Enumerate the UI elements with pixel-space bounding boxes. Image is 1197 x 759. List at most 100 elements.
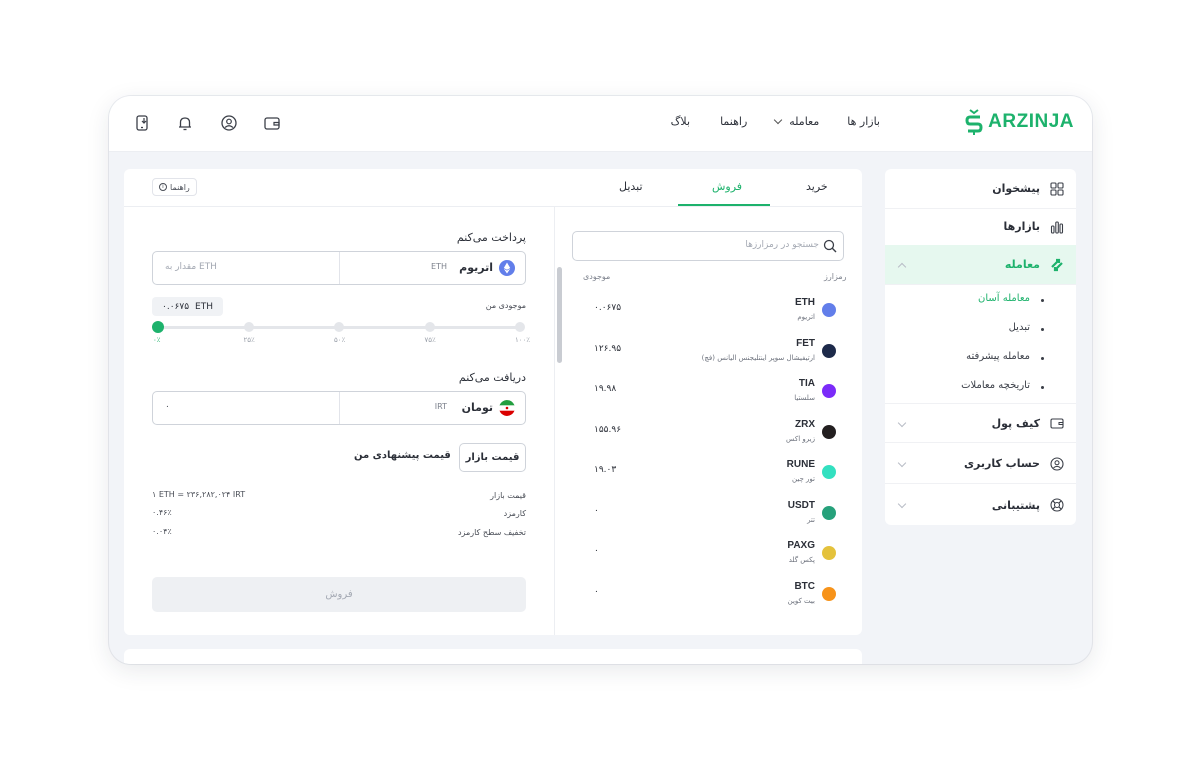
coin-row[interactable]: FET ارتیفیشال سوپر اینتلیجنس الیانس (فچ) ۱… — [572, 338, 844, 378]
coin-name: بیت کوین — [787, 596, 815, 605]
slider-tick-label: ۰٪ — [153, 336, 161, 344]
ethereum-icon — [499, 260, 515, 276]
app-window: ARZINJA بازار ها معامله راهنما بلاگ پیشخ… — [109, 96, 1092, 664]
sidebar-sub-advanced-trade[interactable]: معامله پیشرفته — [966, 351, 1044, 362]
balance-chip[interactable]: ۰.۰۶۷۵ ETH — [152, 297, 223, 316]
info-fee-label: کارمزد — [503, 509, 526, 518]
sidebar-item-account[interactable]: حساب کاربری — [885, 444, 1076, 484]
sidebar-item-label: حساب کاربری — [963, 457, 1040, 470]
slider-step[interactable] — [515, 322, 525, 332]
wallet-icon[interactable] — [263, 114, 281, 132]
receive-field: تومان IRT ۰ — [152, 391, 526, 425]
coin-search-input[interactable]: جستجو در رمزارزها — [572, 231, 844, 261]
sidebar-sub-easy-trade[interactable]: معامله آسان — [978, 293, 1044, 304]
slider-tick-label: ۱۰۰٪ — [515, 336, 531, 344]
info-icon: i — [159, 183, 167, 191]
search-placeholder: جستجو در رمزارزها — [745, 240, 819, 250]
receive-coin-code: IRT — [434, 402, 447, 411]
slider-step[interactable] — [243, 322, 254, 332]
sidebar-sub-trade-history[interactable]: تاریخچه معاملات — [961, 380, 1044, 391]
coin-name: تتر — [807, 515, 815, 524]
sell-submit-button[interactable]: فروش — [152, 577, 526, 612]
help-button[interactable]: i راهنما — [152, 178, 197, 196]
bell-icon[interactable] — [176, 114, 194, 132]
top-bar: ARZINJA بازار ها معامله راهنما بلاگ — [109, 96, 1092, 152]
pay-amount-input[interactable]: مقدار به ETH — [165, 262, 217, 272]
sidebar-item-wallet[interactable]: کیف پول — [885, 403, 1076, 443]
exchange-arrows-icon — [1051, 258, 1063, 271]
slider-step[interactable] — [424, 322, 435, 332]
sidebar-item-dashboard[interactable]: پیشخوان — [885, 169, 1076, 209]
slider-step[interactable] — [152, 321, 164, 333]
balance-value: ۰.۰۶۷۵ — [162, 301, 190, 312]
column-header-coin: رمزارز — [824, 272, 847, 281]
nav-trade[interactable]: معامله — [774, 115, 820, 128]
offer-price-option[interactable]: قیمت پیشنهادی من — [354, 450, 451, 461]
coin-symbol: BTC — [794, 580, 815, 592]
zrx-coin-icon — [822, 424, 836, 439]
active-tab-indicator — [678, 204, 770, 206]
info-market-price-label: قیمت بازار — [490, 491, 526, 500]
coin-symbol: USDT — [787, 499, 815, 511]
info-fee-discount-label: تخفیف سطح کارمزد — [457, 528, 526, 537]
tab-sell[interactable]: فروش — [712, 180, 742, 193]
fet-coin-icon — [822, 343, 836, 358]
coin-name: زیرو اکس — [786, 434, 815, 443]
user-circle-icon — [1050, 456, 1064, 471]
panel-divider — [554, 207, 555, 635]
eth-coin-icon — [822, 303, 836, 317]
lifebuoy-icon — [1050, 498, 1064, 512]
coin-name: پکس گلد — [788, 556, 815, 564]
slider-tick-label: ۵۰٪ — [334, 336, 346, 344]
info-fee-value: ۰.۴۶٪ — [152, 508, 172, 517]
sidebar-item-label: پیشخوان — [992, 182, 1040, 195]
coin-symbol: ETH — [795, 297, 815, 308]
receive-amount-input[interactable]: ۰ — [165, 402, 170, 412]
market-price-button[interactable]: قیمت بازار — [459, 443, 526, 472]
sidebar-item-support[interactable]: پشتیبانی — [885, 485, 1076, 525]
coin-row[interactable]: USDT تتر ۰ — [572, 500, 844, 540]
sidebar-sub-convert[interactable]: تبدیل — [1009, 322, 1045, 333]
coin-symbol: TIA — [798, 378, 815, 389]
coin-balance: ۰.۰۶۷۵ — [594, 303, 622, 313]
coin-symbol: ZRX — [795, 418, 815, 430]
coin-balance: ۰ — [594, 586, 599, 597]
sidebar-item-markets[interactable]: بازارها — [885, 207, 1076, 247]
coin-row[interactable]: ZRX زیرو اکس ۱۵۵.۹۶ — [572, 419, 844, 459]
nav-blog[interactable]: بلاگ — [671, 115, 690, 128]
sidebar-item-label: بازارها — [1003, 220, 1040, 233]
slider-step[interactable] — [334, 322, 344, 332]
coin-row[interactable]: BTC بیت کوین ۰ — [572, 581, 844, 621]
info-market-price-value: ۱ ETH = ۲۳۶,۲۸۲,۰۲۴ IRT — [152, 490, 246, 499]
tab-buy[interactable]: خرید — [806, 180, 828, 193]
coin-row[interactable]: TIA سلستیا ۱۹.۹۸ — [572, 378, 844, 418]
brand-logo[interactable]: ARZINJA — [964, 108, 1074, 136]
scrollbar[interactable] — [557, 267, 562, 363]
coin-row[interactable]: RUNE تور چین ۱۹.۰۳ — [572, 459, 844, 499]
sidebar: پیشخوان بازارها معامله معامله آسان تبدیل… — [885, 169, 1076, 525]
coin-balance: ۰ — [594, 505, 599, 516]
slider-tick-label: ۲۵٪ — [243, 336, 255, 344]
slider-tick-label: ۷۵٪ — [424, 336, 436, 344]
sidebar-item-trade[interactable]: معامله — [885, 245, 1076, 285]
chevron-down-icon — [897, 418, 907, 428]
coin-balance: ۱۵۵.۹۶ — [594, 424, 622, 435]
mobile-download-icon[interactable] — [133, 114, 151, 132]
search-icon — [823, 239, 837, 253]
coin-name: اتریوم — [797, 313, 815, 321]
coin-name: تور چین — [792, 475, 815, 483]
arzinja-logo-icon — [965, 109, 983, 135]
nav-markets[interactable]: بازار ها — [847, 115, 880, 128]
field-separator — [339, 392, 340, 424]
nav-trade-label: معامله — [789, 115, 820, 128]
nav-guide[interactable]: راهنما — [720, 115, 747, 128]
coin-row[interactable]: PAXG پکس گلد ۰ — [572, 540, 844, 580]
coin-row[interactable]: ETH اتریوم ۰.۰۶۷۵ — [572, 297, 844, 337]
receive-coin-name: تومان — [461, 401, 493, 414]
coin-name: ارتیفیشال سوپر اینتلیجنس الیانس (فچ) — [701, 353, 815, 362]
info-fee-discount-value: ۰.۰۴٪ — [152, 527, 172, 536]
user-circle-icon[interactable] — [220, 114, 238, 132]
coin-name: سلستیا — [794, 394, 815, 402]
tab-convert[interactable]: تبدیل — [619, 180, 643, 193]
coin-balance: ۱۲۶.۹۵ — [594, 343, 622, 354]
